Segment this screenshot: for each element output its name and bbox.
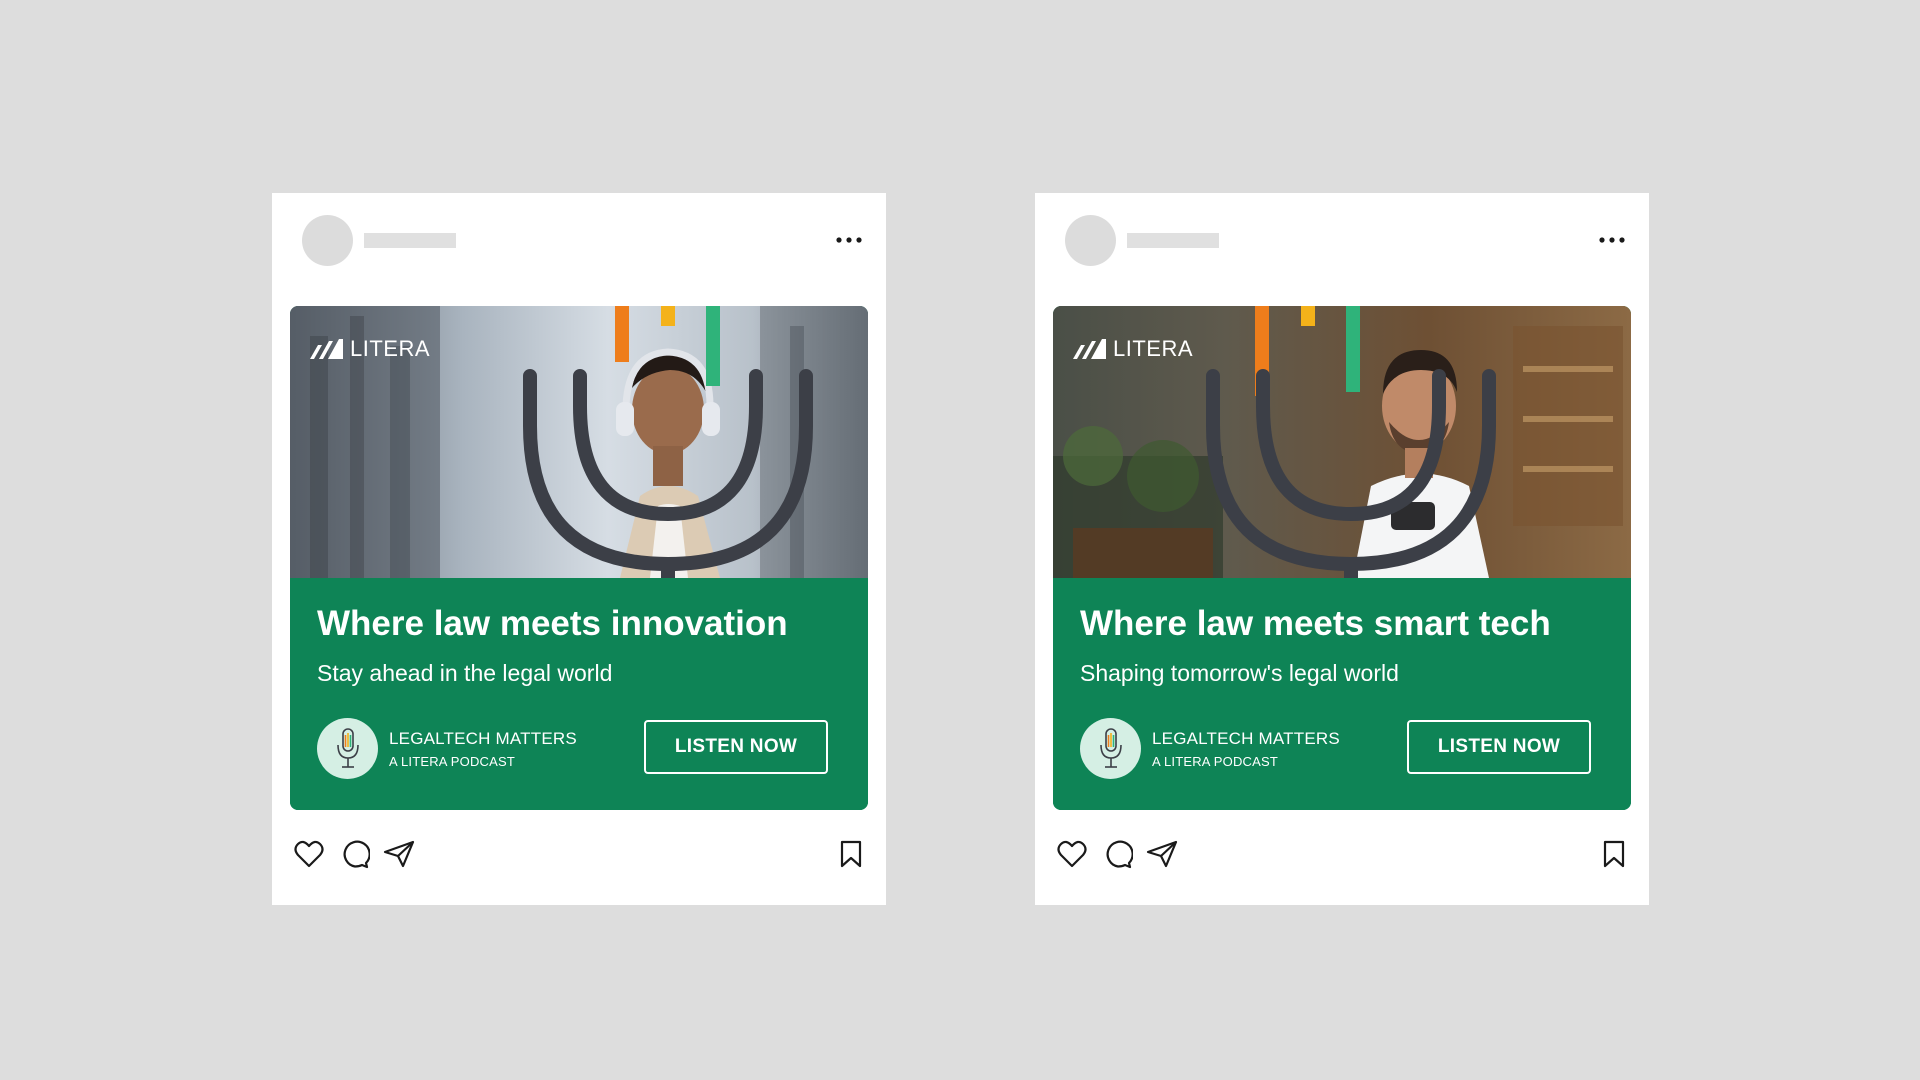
share-button[interactable] — [382, 837, 416, 871]
comment-icon — [1106, 840, 1133, 869]
podcast-subtitle: A LITERA PODCAST — [1152, 754, 1279, 769]
ad-photo: LITERA — [1053, 306, 1631, 578]
more-options-button[interactable] — [834, 227, 864, 253]
save-button[interactable] — [1597, 837, 1631, 871]
save-button[interactable] — [834, 837, 868, 871]
more-dots-icon — [836, 237, 862, 243]
brand-name: LITERA — [1113, 336, 1194, 361]
post-header — [272, 193, 886, 289]
brand-logo: LITERA — [1073, 336, 1193, 362]
litera-logo-mark — [1073, 339, 1106, 359]
bookmark-icon — [840, 840, 862, 868]
podcast-badge — [317, 718, 378, 779]
comment-icon — [343, 840, 370, 869]
avatar[interactable] — [1065, 215, 1116, 266]
username-placeholder[interactable] — [364, 233, 456, 248]
username-placeholder[interactable] — [1127, 233, 1219, 248]
ad-creative[interactable]: LITERA Where law meets smart tech Shapin… — [1053, 306, 1631, 810]
post-actions — [272, 829, 886, 879]
listen-now-button[interactable]: LISTEN NOW — [1407, 720, 1591, 774]
ad-text-panel: Where law meets innovation Stay ahead in… — [290, 578, 868, 810]
brand-name: LITERA — [350, 336, 431, 361]
comment-button[interactable] — [338, 837, 372, 871]
heart-icon — [1057, 840, 1087, 868]
paper-plane-icon — [383, 840, 415, 868]
ad-headline: Where law meets innovation — [317, 604, 788, 643]
paper-plane-icon — [1146, 840, 1178, 868]
podcast-subtitle: A LITERA PODCAST — [389, 754, 516, 769]
ad-creative[interactable]: LITERA Where law meets innovation Stay a… — [290, 306, 868, 810]
ad-headline: Where law meets smart tech — [1080, 604, 1551, 643]
avatar[interactable] — [302, 215, 353, 266]
podcast-title: LEGALTECH MATTERS — [389, 729, 577, 748]
more-dots-icon — [1599, 237, 1625, 243]
listen-now-button[interactable]: LISTEN NOW — [644, 720, 828, 774]
podcast-title: LEGALTECH MATTERS — [1152, 729, 1340, 748]
post-actions — [1035, 829, 1649, 879]
more-options-button[interactable] — [1597, 227, 1627, 253]
podcast-badge — [1080, 718, 1141, 779]
ad-photo: LITERA — [290, 306, 868, 578]
litera-logo-mark — [310, 339, 343, 359]
ad-subhead: Stay ahead in the legal world — [317, 660, 613, 686]
post-header — [1035, 193, 1649, 289]
like-button[interactable] — [1055, 837, 1089, 871]
like-button[interactable] — [292, 837, 326, 871]
microphone-icon — [336, 727, 359, 768]
heart-icon — [294, 840, 324, 868]
bookmark-icon — [1603, 840, 1625, 868]
ad-text-panel: Where law meets smart tech Shaping tomor… — [1053, 578, 1631, 810]
ad-subhead: Shaping tomorrow's legal world — [1080, 660, 1399, 686]
share-button[interactable] — [1145, 837, 1179, 871]
social-post-2: LITERA Where law meets smart tech Shapin… — [1035, 193, 1649, 905]
brand-logo: LITERA — [310, 336, 430, 362]
comment-button[interactable] — [1101, 837, 1135, 871]
social-post-1: LITERA Where law meets innovation Stay a… — [272, 193, 886, 905]
microphone-icon — [1099, 727, 1122, 768]
